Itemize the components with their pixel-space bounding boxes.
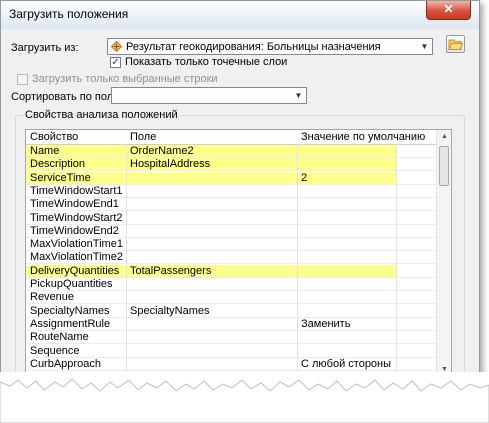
title-bar[interactable]: Загрузить положения ✕	[1, 1, 479, 29]
show-point-layers-label: Показать только точечные слои	[125, 56, 288, 68]
properties-group-title: Свойства анализа положений	[23, 109, 180, 121]
column-header-field[interactable]: Поле	[130, 131, 156, 143]
table-row[interactable]: SpecialtyNames SpecialtyNames	[26, 305, 436, 318]
browse-button[interactable]	[446, 35, 465, 53]
table-row[interactable]: PickupQuantities	[26, 278, 436, 291]
show-point-layers-checkbox[interactable]: ✓	[110, 57, 121, 68]
open-folder-icon	[448, 39, 464, 50]
table-row[interactable]: Sequence	[26, 345, 436, 358]
close-icon: ✕	[443, 2, 454, 16]
dialog-body: Загрузить из: Результат геокодирования: …	[7, 29, 473, 385]
vertical-scrollbar[interactable]: ▲ ▼	[436, 130, 451, 378]
dialog-title: Загрузить положения	[9, 7, 129, 21]
table-row[interactable]: TimeWindowStart2	[26, 212, 436, 225]
load-from-label: Загрузить из:	[11, 42, 79, 54]
close-button[interactable]: ✕	[426, 1, 471, 20]
sort-field-label: Сортировать по полю:	[11, 91, 125, 103]
table-row[interactable]: DeliveryQuantities TotalPassengers	[26, 264, 436, 278]
scrollbar-thumb[interactable]	[439, 146, 449, 186]
table-row[interactable]: MaxViolationTime2	[26, 251, 436, 265]
table-row[interactable]: TimeWindowEnd2	[26, 225, 436, 238]
properties-grid[interactable]: Свойство Поле Значение по умолчанию Name…	[25, 129, 452, 379]
scroll-up-icon[interactable]: ▲	[438, 130, 451, 144]
load-from-value: Результат геокодирования: Больницы назна…	[126, 41, 381, 53]
column-divider	[297, 144, 298, 378]
chevron-down-icon[interactable]: ▼	[291, 88, 306, 103]
table-row[interactable]: TimeWindowStart1	[26, 185, 436, 198]
table-row[interactable]: TimeWindowEnd1	[26, 198, 436, 212]
load-from-combobox[interactable]: Результат геокодирования: Больницы назна…	[107, 38, 433, 55]
table-row[interactable]: ServiceTime 2	[26, 171, 436, 185]
geocode-diamond-icon	[110, 40, 123, 53]
table-row[interactable]: RouteName	[26, 331, 436, 345]
grid-header: Свойство Поле Значение по умолчанию	[26, 130, 436, 145]
load-selected-rows-checkbox[interactable]	[17, 74, 28, 85]
table-row[interactable]: CurbApproach С любой стороны	[26, 358, 436, 371]
column-header-property[interactable]: Свойство	[30, 131, 78, 143]
row-divider	[26, 369, 436, 371]
table-row[interactable]: Name OrderName2	[26, 145, 436, 158]
table-row[interactable]: Revenue	[26, 291, 436, 305]
chevron-down-icon[interactable]: ▼	[417, 39, 432, 54]
column-divider	[126, 144, 127, 378]
table-row[interactable]: AssignmentRule Заменить	[26, 318, 436, 331]
sort-field-combobox[interactable]: ▼	[111, 87, 307, 104]
column-header-default[interactable]: Значение по умолчанию	[301, 131, 425, 143]
load-selected-rows-label: Загрузить только выбранные строки	[32, 73, 218, 85]
torn-edge	[0, 372, 489, 423]
checkmark-icon: ✓	[111, 57, 120, 68]
column-divider	[396, 144, 397, 378]
load-locations-dialog: Загрузить положения ✕ Загрузить из: Резу…	[0, 0, 480, 385]
table-row[interactable]: Description HospitalAddress	[26, 158, 436, 172]
table-row[interactable]: MaxViolationTime1	[26, 238, 436, 252]
